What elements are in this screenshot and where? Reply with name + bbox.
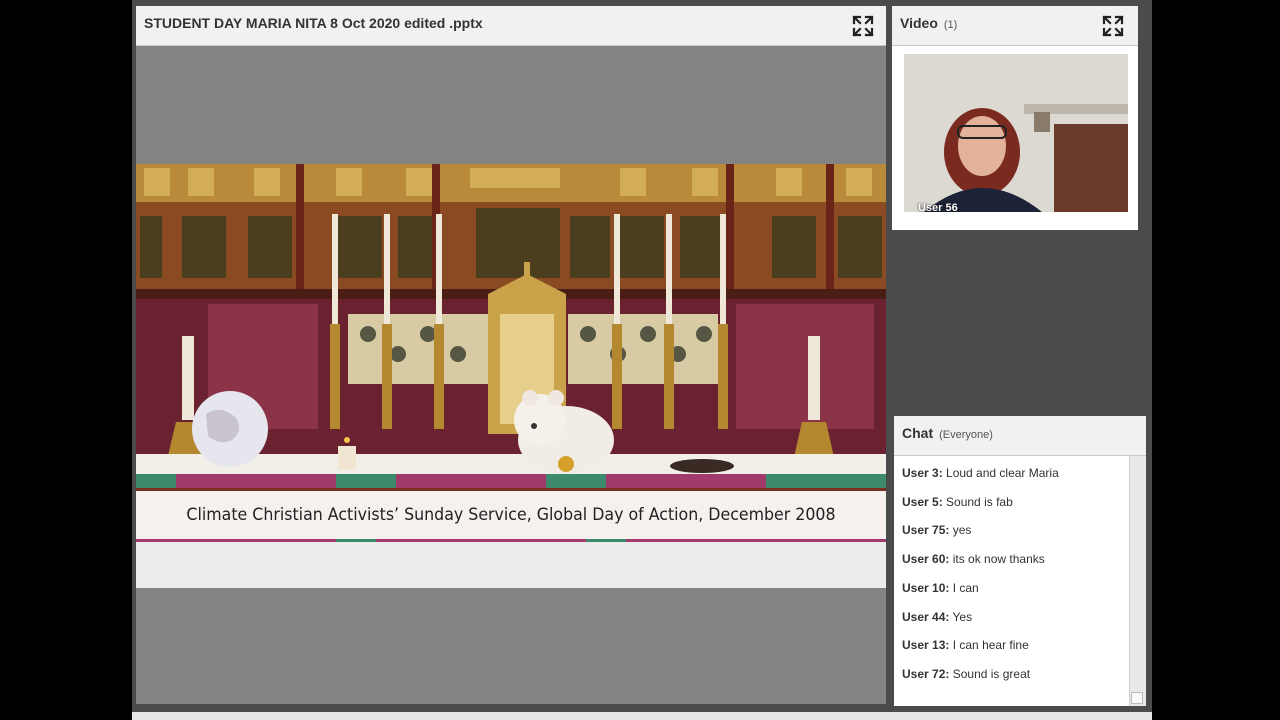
chat-message-user: User 44: <box>902 610 950 624</box>
chat-message-user: User 60: <box>902 552 950 566</box>
chat-message-user: User 5: <box>902 495 943 509</box>
webcam-feed[interactable]: User 56 <box>904 54 1128 212</box>
slide-caption-box: Climate Christian Activists’ Sunday Serv… <box>136 491 886 539</box>
chat-message: User 75: yes <box>902 523 971 537</box>
chat-message-text: Loud and clear Maria <box>946 466 1059 480</box>
chat-message: User 10: I can <box>902 581 979 595</box>
video-user-label: User 56 <box>918 202 958 212</box>
chat-message-text: Yes <box>952 610 973 624</box>
share-fullscreen-icon[interactable] <box>852 15 874 37</box>
chat-message: User 72: Sound is great <box>902 667 1030 681</box>
chat-message-user: User 13: <box>902 638 950 652</box>
scroll-down-arrow-icon[interactable] <box>1131 692 1143 704</box>
chat-message: User 44: Yes <box>902 610 972 624</box>
share-pod-title-bar: STUDENT DAY MARIA NITA 8 Oct 2020 edited… <box>136 6 886 46</box>
chat-message-text: Sound is great <box>952 667 1031 681</box>
share-pod-content: Climate Christian Activists’ Sunday Serv… <box>136 46 886 704</box>
chat-pod-title-bar: Chat (Everyone) <box>894 416 1146 456</box>
chat-message-user: User 3: <box>902 466 943 480</box>
meeting-app: STUDENT DAY MARIA NITA 8 Oct 2020 edited… <box>132 0 1152 720</box>
video-pod-content: User 56 <box>892 46 1138 230</box>
video-pod-title-group: Video (1) <box>900 15 957 31</box>
chat-pod-content: User 3: Loud and clear Maria User 5: Sou… <box>894 456 1146 706</box>
chat-message: User 5: Sound is fab <box>902 495 1013 509</box>
chat-message-list: User 3: Loud and clear Maria User 5: Sou… <box>894 456 1128 706</box>
share-pod-title: STUDENT DAY MARIA NITA 8 Oct 2020 edited… <box>144 15 483 31</box>
video-count: (1) <box>943 19 958 31</box>
presentation-slide: Climate Christian Activists’ Sunday Serv… <box>136 164 886 588</box>
chat-message-text: yes <box>952 523 972 537</box>
chat-message-text: Sound is fab <box>946 495 1013 509</box>
video-fullscreen-icon[interactable] <box>1102 15 1124 37</box>
video-pod-title-bar: Video (1) <box>892 6 1138 46</box>
chat-message: User 3: Loud and clear Maria <box>902 466 1059 480</box>
chat-message: User 13: I can hear fine <box>902 638 1029 652</box>
chat-message-text: I can hear fine <box>952 638 1029 652</box>
chat-message-user: User 10: <box>902 581 950 595</box>
chat-message-user: User 72: <box>902 667 950 681</box>
chat-message-text: its ok now thanks <box>952 552 1045 566</box>
bottom-status-bar <box>132 712 1152 720</box>
slide-caption: Climate Christian Activists’ Sunday Serv… <box>186 505 836 525</box>
chat-pod-title: Chat <box>902 425 934 441</box>
chat-pod-title-group: Chat (Everyone) <box>902 425 993 441</box>
chat-message: User 60: its ok now thanks <box>902 552 1045 566</box>
chat-scope: (Everyone) <box>939 429 993 441</box>
chat-message-text: I can <box>952 581 979 595</box>
chat-scrollbar[interactable] <box>1129 456 1146 706</box>
altar-photo <box>136 164 886 542</box>
video-pod-title: Video <box>900 15 938 31</box>
chat-message-user: User 75: <box>902 523 950 537</box>
